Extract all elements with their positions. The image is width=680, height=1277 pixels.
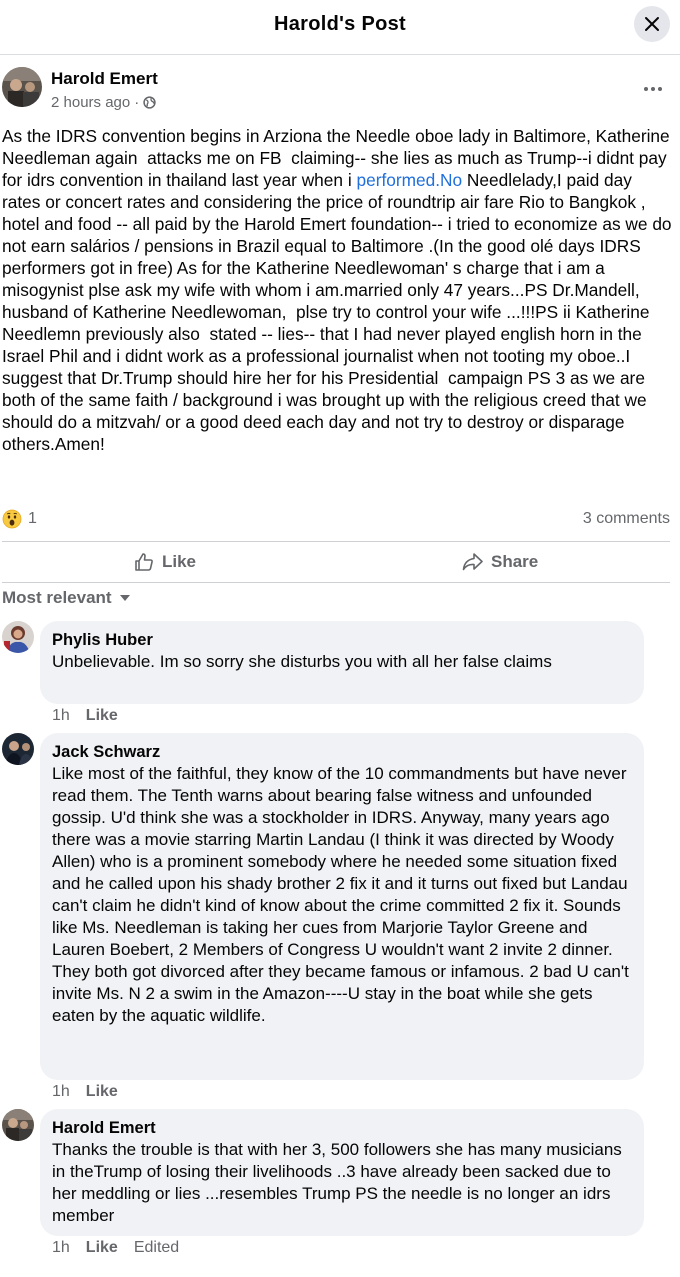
post-inline-link[interactable]: performed.No <box>356 170 462 190</box>
dialog-title: Harold's Post <box>273 13 406 35</box>
comment-text: Like most of the faithful, they know of … <box>52 764 629 1025</box>
share-button-label: Share <box>491 552 539 571</box>
author-avatar[interactable] <box>2 67 42 107</box>
post-meta: 2 hours ago · <box>51 94 156 111</box>
comment-author[interactable]: Harold Emert <box>52 1117 632 1139</box>
post-header: Harold Emert 2 hours ago · <box>2 67 678 111</box>
comment-bubble: Jack Schwarz Like most of the faithful, … <box>40 733 644 1080</box>
post-timestamp[interactable]: 2 hours ago <box>51 94 130 111</box>
comment-text: Thanks the trouble is that with her 3, 5… <box>52 1140 622 1225</box>
share-arrow-icon <box>462 553 483 571</box>
like-button-label: Like <box>162 552 197 571</box>
commenter-avatar[interactable] <box>2 733 34 765</box>
close-icon <box>645 17 659 31</box>
post-text: As the IDRS convention begins in Arziona… <box>2 125 672 455</box>
commenter-avatar[interactable] <box>2 1109 34 1141</box>
post-dialog-header: Harold's Post <box>0 0 680 55</box>
comment-like-button[interactable]: Like <box>86 1239 118 1257</box>
comment-actions: 1h Like <box>52 707 118 725</box>
comment-timestamp[interactable]: 1h <box>52 707 70 725</box>
comment-text: Unbelievable. Im so sorry she disturbs y… <box>52 652 552 671</box>
comment-sort-dropdown[interactable]: Most relevant <box>2 588 130 608</box>
reaction-count: 1 <box>28 510 37 527</box>
comment-author[interactable]: Phylis Huber <box>52 629 632 651</box>
comment-timestamp[interactable]: 1h <box>52 1239 70 1257</box>
more-options-button[interactable] <box>642 79 664 99</box>
comment-bubble: Harold Emert Thanks the trouble is that … <box>40 1109 644 1236</box>
post-text-after-link: Needlelady,I paid day rates or concert r… <box>2 170 677 454</box>
wow-reaction-icon <box>2 509 22 529</box>
comment-like-button[interactable]: Like <box>86 1083 118 1101</box>
author-avatar-image <box>2 67 42 107</box>
like-button[interactable]: Like <box>134 542 196 582</box>
comment-like-button[interactable]: Like <box>86 707 118 725</box>
post-action-bar: Like Share <box>2 541 670 583</box>
comment-actions: 1h Like Edited <box>52 1239 179 1257</box>
close-button[interactable] <box>634 6 670 42</box>
commenter-avatar-image <box>2 1109 34 1141</box>
thumbs-up-icon <box>135 553 153 571</box>
more-dots-icon <box>644 87 662 91</box>
comment-bubble: Phylis Huber Unbelievable. Im so sorry s… <box>40 621 644 704</box>
comment-sort-label: Most relevant <box>2 588 112 607</box>
post-stats: 1 3 comments <box>2 508 670 532</box>
caret-down-icon <box>119 595 130 601</box>
comment-author[interactable]: Jack Schwarz <box>52 741 632 763</box>
comment-actions: 1h Like <box>52 1083 118 1101</box>
meta-separator: · <box>134 94 140 111</box>
commenter-avatar[interactable] <box>2 621 34 653</box>
reaction-summary[interactable]: 1 <box>2 509 37 529</box>
comment-count[interactable]: 3 comments <box>583 510 670 528</box>
globe-icon[interactable] <box>143 96 156 109</box>
comment-timestamp[interactable]: 1h <box>52 1083 70 1101</box>
commenter-avatar-image <box>2 733 34 765</box>
share-button[interactable]: Share <box>462 542 538 582</box>
author-name[interactable]: Harold Emert <box>51 69 158 89</box>
commenter-avatar-image <box>2 621 34 653</box>
comment-edited-label: Edited <box>133 1239 180 1256</box>
